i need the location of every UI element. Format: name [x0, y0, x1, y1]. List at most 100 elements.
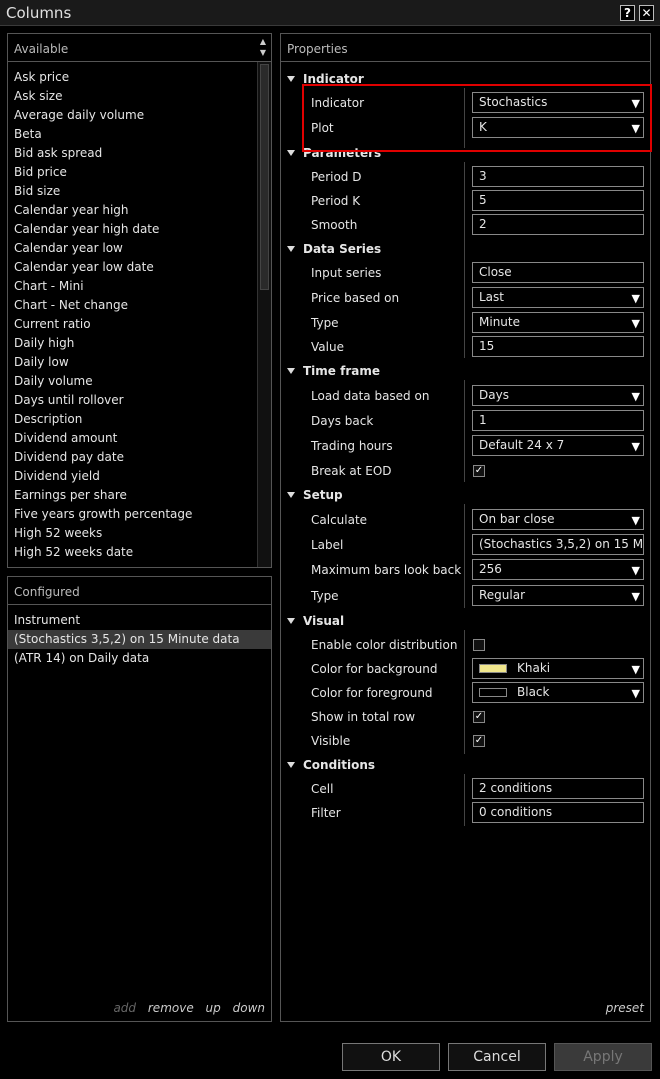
- label-input[interactable]: (Stochastics 3,5,2) on 15 Minute data: [472, 534, 644, 555]
- section-time-frame[interactable]: Time frame: [287, 364, 380, 378]
- collapse-arrow-icon: [287, 149, 295, 156]
- collapse-arrow-icon: [287, 367, 295, 374]
- chevron-down-icon: ▼: [631, 564, 640, 577]
- list-item[interactable]: Chart - Net change: [8, 296, 257, 315]
- list-item[interactable]: Five years growth percentage: [8, 505, 257, 524]
- total-row-checkbox[interactable]: ✓: [473, 711, 485, 723]
- smooth-input[interactable]: 2: [472, 214, 644, 235]
- list-item[interactable]: Earnings per share: [8, 486, 257, 505]
- list-item[interactable]: Average daily volume: [8, 106, 257, 125]
- list-item[interactable]: Dividend pay date: [8, 448, 257, 467]
- list-item[interactable]: Bid size: [8, 182, 257, 201]
- value-input[interactable]: 15: [472, 336, 644, 357]
- trading-hours-dropdown[interactable]: Default 24 x 7 ▼: [472, 435, 644, 456]
- available-scrollbar[interactable]: [257, 62, 271, 567]
- max-bars-dropdown[interactable]: 256 ▼: [472, 559, 644, 580]
- input-series-field[interactable]: Close: [472, 262, 644, 283]
- list-item[interactable]: Bid price: [8, 163, 257, 182]
- calculate-dropdown[interactable]: On bar close ▼: [472, 509, 644, 530]
- available-panel: Available ▲ ▼ Ask price Ask size Average …: [7, 33, 272, 568]
- list-item[interactable]: Current ratio: [8, 315, 257, 334]
- grid-divider: [464, 380, 465, 482]
- trading-hours-label: Trading hours: [311, 439, 393, 453]
- section-conditions[interactable]: Conditions: [287, 758, 375, 772]
- list-item[interactable]: Description: [8, 410, 257, 429]
- preset-link[interactable]: preset: [606, 1001, 644, 1015]
- list-item[interactable]: Calendar year high: [8, 201, 257, 220]
- section-title: Data Series: [303, 242, 382, 256]
- section-title: Setup: [303, 488, 343, 502]
- section-visual[interactable]: Visual: [287, 614, 344, 628]
- type-label: Type: [311, 316, 339, 330]
- configured-panel: Configured Instrument (Stochastics 3,5,2…: [7, 576, 272, 1022]
- close-button[interactable]: ✕: [639, 5, 654, 21]
- down-link[interactable]: down: [233, 1001, 265, 1015]
- foreground-color-dropdown[interactable]: Black ▼: [472, 682, 644, 703]
- section-setup[interactable]: Setup: [287, 488, 343, 502]
- visible-checkbox[interactable]: ✓: [473, 735, 485, 747]
- list-item[interactable]: Daily low: [8, 353, 257, 372]
- break-eod-checkbox[interactable]: ✓: [473, 465, 485, 477]
- section-data-series[interactable]: Data Series: [287, 242, 381, 256]
- configured-item-instrument[interactable]: Instrument: [8, 611, 271, 630]
- list-item[interactable]: Dividend yield: [8, 467, 257, 486]
- scrollbar-thumb[interactable]: [260, 64, 269, 290]
- remove-link[interactable]: remove: [148, 1001, 194, 1015]
- list-item[interactable]: Calendar year high date: [8, 220, 257, 239]
- list-item[interactable]: Dividend amount: [8, 429, 257, 448]
- list-item[interactable]: Daily high: [8, 334, 257, 353]
- sort-spinner-icon[interactable]: ▲ ▼: [257, 36, 269, 60]
- list-item[interactable]: Days until rollover: [8, 391, 257, 410]
- collapse-arrow-icon: [287, 245, 295, 252]
- apply-button[interactable]: Apply: [554, 1043, 652, 1071]
- chevron-down-icon: ▼: [631, 292, 640, 305]
- grid-divider: [464, 774, 465, 826]
- list-item[interactable]: Calendar year low date: [8, 258, 257, 277]
- dropdown-value: Last: [479, 290, 504, 304]
- available-list: Ask price Ask size Average daily volume …: [8, 62, 257, 567]
- available-header: Available: [8, 34, 271, 62]
- section-title: Time frame: [303, 364, 380, 378]
- list-item[interactable]: Bid ask spread: [8, 144, 257, 163]
- color-swatch: [479, 688, 507, 697]
- period-d-input[interactable]: 3: [472, 166, 644, 187]
- period-k-input[interactable]: 5: [472, 190, 644, 211]
- days-back-input[interactable]: 1: [472, 410, 644, 431]
- up-link[interactable]: up: [206, 1001, 221, 1015]
- dropdown-value: Khaki: [517, 661, 551, 675]
- type-dropdown[interactable]: Minute ▼: [472, 312, 644, 333]
- title-bar: Columns ? ✕: [0, 0, 660, 26]
- dropdown-value: Regular: [479, 588, 526, 602]
- max-bars-label: Maximum bars look back: [311, 563, 462, 577]
- days-back-label: Days back: [311, 414, 374, 428]
- cancel-button[interactable]: Cancel: [448, 1043, 546, 1071]
- setup-type-label: Type: [311, 589, 339, 603]
- list-item[interactable]: High 52 weeks date: [8, 543, 257, 562]
- load-data-label: Load data based on: [311, 389, 430, 403]
- dropdown-value: Minute: [479, 315, 520, 329]
- load-data-dropdown[interactable]: Days ▼: [472, 385, 644, 406]
- cell-conditions-field[interactable]: 2 conditions: [472, 778, 644, 799]
- list-item[interactable]: Calendar year low: [8, 239, 257, 258]
- enable-color-checkbox[interactable]: [473, 639, 485, 651]
- setup-type-dropdown[interactable]: Regular ▼: [472, 585, 644, 606]
- price-based-on-dropdown[interactable]: Last ▼: [472, 287, 644, 308]
- background-color-dropdown[interactable]: Khaki ▼: [472, 658, 644, 679]
- list-item[interactable]: Ask size: [8, 87, 257, 106]
- add-link[interactable]: add: [113, 1001, 136, 1015]
- configured-item-stochastics[interactable]: (Stochastics 3,5,2) on 15 Minute data: [8, 630, 271, 649]
- list-item[interactable]: High 52 weeks: [8, 524, 257, 543]
- list-item[interactable]: Beta: [8, 125, 257, 144]
- list-item[interactable]: Chart - Mini: [8, 277, 257, 296]
- help-button[interactable]: ?: [620, 5, 635, 21]
- filter-conditions-field[interactable]: 0 conditions: [472, 802, 644, 823]
- section-title: Conditions: [303, 758, 376, 772]
- list-item[interactable]: Ask price: [8, 68, 257, 87]
- ok-button[interactable]: OK: [342, 1043, 440, 1071]
- list-item[interactable]: Daily volume: [8, 372, 257, 391]
- configured-item-atr[interactable]: (ATR 14) on Daily data: [8, 649, 271, 668]
- chevron-down-icon: ▼: [631, 590, 640, 603]
- properties-panel: Properties Indicator Indicator Stochasti…: [280, 33, 651, 1022]
- price-based-on-label: Price based on: [311, 291, 400, 305]
- input-series-label: Input series: [311, 266, 382, 280]
